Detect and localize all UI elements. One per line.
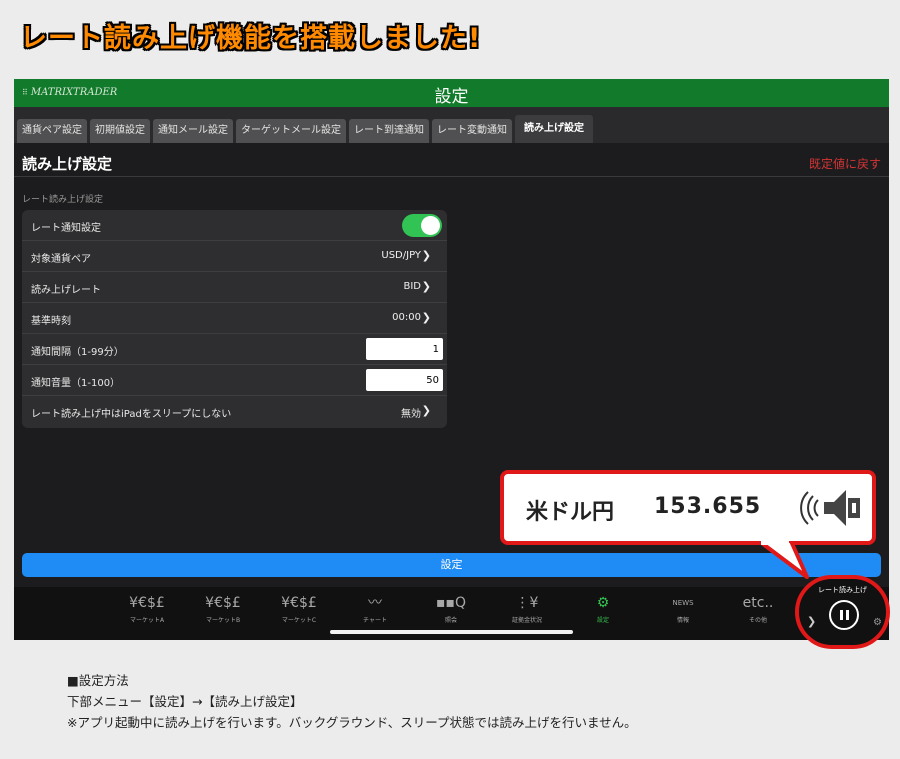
- rate-callout: 米ドル円 153.655: [500, 470, 876, 545]
- page-title: 設定: [434, 87, 469, 107]
- reset-defaults-button[interactable]: 既定値に戻す: [809, 155, 881, 172]
- row-target-pair[interactable]: 対象通貨ペア USD/JPY ❯: [22, 241, 447, 272]
- nav-label: 証拠金状況: [511, 617, 542, 624]
- tab-defaults[interactable]: 初期値設定: [90, 119, 150, 143]
- title-bar: ⠿ MATRIXTRADER 設定: [14, 79, 889, 107]
- nav-label: 照会: [444, 617, 457, 624]
- section-title: 読み上げ設定: [22, 155, 113, 173]
- volume-input[interactable]: [366, 369, 443, 391]
- bottom-nav: ¥€$£ マーケットA ¥€$£ マーケットB ¥€$£ マーケットC 〰 チャ…: [14, 587, 889, 640]
- callout-tail: [757, 541, 809, 579]
- nav-info[interactable]: NEWS 情報: [653, 593, 713, 624]
- margin-icon: ⋮¥: [515, 595, 539, 611]
- nav-settings[interactable]: ⚙ 設定: [573, 593, 633, 624]
- row-label: レート読み上げ中はiPadをスリープにしない: [31, 409, 232, 420]
- row-notify-setting: レート通知設定: [22, 210, 447, 241]
- nav-label: チャート: [363, 617, 387, 624]
- chart-icon: 〰: [368, 595, 382, 611]
- instructions-path: 下部メニュー【設定】→【読み上げ設定】: [67, 694, 303, 709]
- tab-rate-reach[interactable]: レート到達通知: [349, 119, 429, 143]
- search-icon: ▪▪Q: [436, 595, 466, 611]
- nav-chart[interactable]: 〰 チャート: [345, 593, 405, 624]
- nav-label: その他: [748, 617, 767, 624]
- row-volume: 通知音量（1-100）: [22, 365, 447, 396]
- nav-more[interactable]: etc.. その他: [728, 593, 788, 624]
- notify-toggle[interactable]: [402, 214, 442, 237]
- tab-currency-pair[interactable]: 通貨ペア設定: [17, 119, 87, 143]
- nav-label: マーケットC: [281, 617, 317, 624]
- row-value: USD/JPY: [381, 250, 421, 261]
- group-subheading: レート読み上げ設定: [22, 195, 104, 205]
- row-base-time[interactable]: 基準時刻 00:00 ❯: [22, 303, 447, 334]
- nav-market-a[interactable]: ¥€$£ マーケットA: [117, 593, 177, 624]
- tab-notify-mail[interactable]: 通知メール設定: [153, 119, 233, 143]
- more-icon: etc..: [742, 595, 774, 611]
- nav-label: 設定: [596, 617, 609, 624]
- chevron-right-icon: ❯: [421, 249, 431, 262]
- chevron-right-icon: ❯: [421, 280, 431, 293]
- settings-tabs: 通貨ペア設定 初期値設定 通知メール設定 ターゲットメール設定 レート到達通知 …: [14, 107, 889, 143]
- interval-input[interactable]: [366, 338, 443, 360]
- callout-rate: 153.655: [654, 494, 762, 519]
- instructions-heading: ■設定方法: [67, 673, 129, 688]
- row-label: 基準時刻: [31, 316, 71, 327]
- row-value: 00:00: [392, 312, 421, 323]
- news-icon: NEWS: [672, 599, 694, 607]
- row-label: 通知音量（1-100）: [31, 378, 121, 389]
- nav-label: マーケットB: [205, 617, 241, 624]
- callout-pair: 米ドル円: [526, 500, 615, 525]
- row-value: BID: [403, 281, 421, 292]
- section-header: 読み上げ設定 既定値に戻す: [14, 143, 889, 177]
- gear-icon: ⚙: [596, 595, 610, 611]
- gear-icon[interactable]: ⚙: [873, 617, 882, 628]
- row-sleep[interactable]: レート読み上げ中はiPadをスリープにしない 無効 ❯: [22, 396, 447, 427]
- row-label: レート通知設定: [31, 223, 101, 234]
- instructions: ■設定方法 下部メニュー【設定】→【読み上げ設定】 ※アプリ起動中に読み上げを行…: [67, 670, 637, 733]
- nav-inquiry[interactable]: ▪▪Q 照会: [421, 593, 481, 624]
- nav-label: 情報: [676, 617, 689, 624]
- speaker-icon: [800, 490, 860, 526]
- toggle-knob: [421, 216, 440, 235]
- read-aloud-widget: レート読み上げ ❯ ⚙: [795, 575, 890, 649]
- tab-target-mail[interactable]: ターゲットメール設定: [236, 119, 346, 143]
- nav-market-c[interactable]: ¥€$£ マーケットC: [269, 593, 329, 624]
- instructions-note: ※アプリ起動中に読み上げを行います。バックグラウンド、スリープ状態では読み上げを…: [67, 715, 637, 730]
- chevron-right-icon: ❯: [421, 404, 431, 417]
- headline: レート読み上げ機能を搭載しました!: [20, 23, 482, 54]
- tab-read-aloud[interactable]: 読み上げ設定: [515, 115, 593, 143]
- nav-label: マーケットA: [129, 617, 165, 624]
- pause-button[interactable]: [829, 600, 859, 630]
- row-read-rate[interactable]: 読み上げレート BID ❯: [22, 272, 447, 303]
- currency-icon: ¥€$£: [129, 595, 165, 611]
- chevron-right-icon: ❯: [421, 311, 431, 324]
- row-label: 読み上げレート: [31, 285, 101, 296]
- row-value: 無効: [401, 409, 421, 420]
- nav-margin[interactable]: ⋮¥ 証拠金状況: [497, 593, 557, 624]
- currency-icon: ¥€$£: [281, 595, 317, 611]
- row-label: 通知間隔（1-99分）: [31, 347, 124, 358]
- nav-market-b[interactable]: ¥€$£ マーケットB: [193, 593, 253, 624]
- home-indicator: [330, 630, 573, 634]
- chevron-right-icon[interactable]: ❯: [807, 615, 816, 628]
- settings-card: レート通知設定 対象通貨ペア USD/JPY ❯ 読み上げレート BID ❯ 基…: [22, 210, 447, 428]
- tab-rate-change[interactable]: レート変動通知: [432, 119, 512, 143]
- save-button[interactable]: 設定: [22, 553, 881, 577]
- currency-icon: ¥€$£: [205, 595, 241, 611]
- row-label: 対象通貨ペア: [31, 254, 91, 265]
- widget-label: レート読み上げ: [818, 586, 867, 594]
- row-interval: 通知間隔（1-99分）: [22, 334, 447, 365]
